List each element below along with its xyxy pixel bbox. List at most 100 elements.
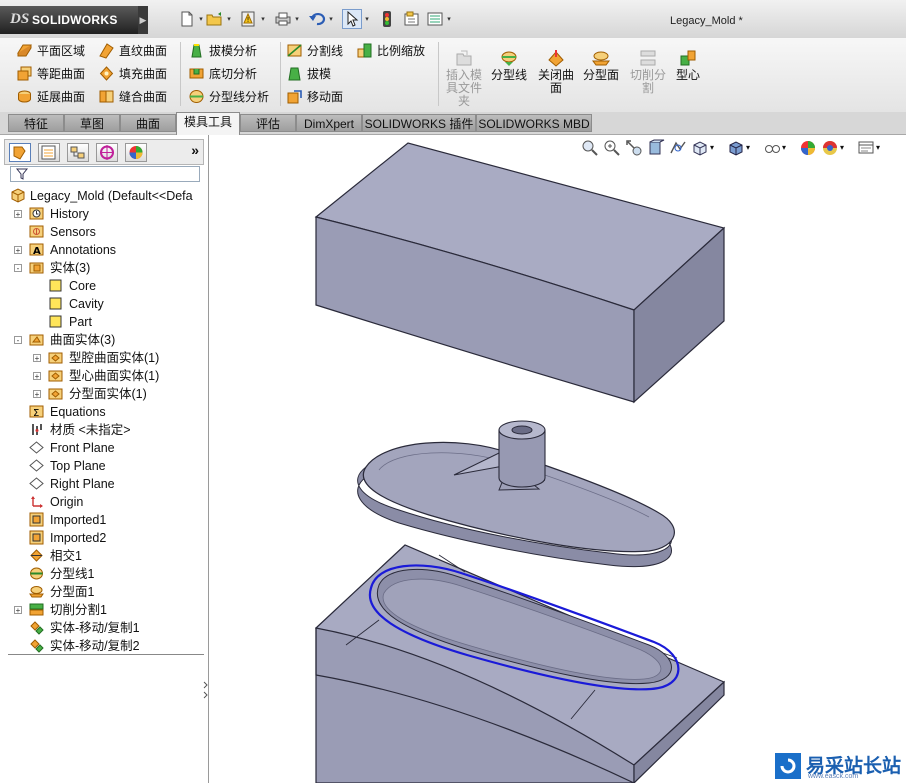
property-manager-tab[interactable] xyxy=(38,143,60,162)
parting-lines-label: 分型线 xyxy=(490,68,527,82)
insert-mold-folder-label: 插入模 具文件夹 xyxy=(445,68,482,108)
undercut-analysis-button[interactable]: 底切分析 xyxy=(188,62,257,84)
intersect-icon xyxy=(30,549,43,562)
insert-mold-folder-button[interactable]: 插入模 具文件夹 xyxy=(443,48,485,108)
graphics-area[interactable]: ▾ ▾ ▾ ▾ ▾ xyxy=(209,135,906,783)
panel-splitter-handle[interactable] xyxy=(203,670,208,710)
expand-icon[interactable]: + xyxy=(33,390,41,399)
split-line-button[interactable]: 分割线 xyxy=(286,39,343,61)
equations-icon: Σ xyxy=(29,405,44,419)
solidworks-logo[interactable]: DS SOLIDWORKS ▶ xyxy=(0,6,148,34)
core-block[interactable] xyxy=(314,544,726,783)
tab-solidworks-mbd[interactable]: SOLIDWORKS MBD xyxy=(476,114,592,132)
expand-icon[interactable]: + xyxy=(14,246,22,255)
tab-solidworks-addins[interactable]: SOLIDWORKS 插件 xyxy=(362,114,476,132)
parting-surface-button[interactable]: 分型面 xyxy=(580,48,622,82)
tab-evaluate[interactable]: 评估 xyxy=(240,114,296,132)
new-icon[interactable] xyxy=(178,10,196,28)
tab-surfaces[interactable]: 曲面 xyxy=(120,114,176,132)
knit-surface-button[interactable]: 缝合曲面 xyxy=(98,85,167,107)
extend-surface-button[interactable]: 延展曲面 xyxy=(16,85,85,107)
collapse-icon[interactable]: - xyxy=(14,264,22,273)
undo-dropdown-icon[interactable]: ▾ xyxy=(327,15,335,23)
fill-surface-button[interactable]: 填充曲面 xyxy=(98,62,167,84)
tree-filter[interactable] xyxy=(10,166,200,182)
document-title: Legacy_Mold * xyxy=(670,15,743,27)
print-dropdown-icon[interactable]: ▾ xyxy=(293,15,301,23)
feature-tree-icon xyxy=(13,146,26,160)
expand-icon[interactable]: + xyxy=(14,210,22,219)
tree-item-label: Sensors xyxy=(50,225,96,239)
shut-off-surfaces-label: 关闭曲面 xyxy=(537,68,574,95)
title-bar: DS SOLIDWORKS ▶ ▾ ▾ ! ▾ ▾ ▾ ▾ ▾ Legacy_M… xyxy=(0,0,906,39)
tree-item-label: 分型面1 xyxy=(50,585,95,599)
offset-surface-button[interactable]: 等距曲面 xyxy=(16,62,85,84)
surface-bodies-folder-icon xyxy=(29,334,44,346)
part-icon xyxy=(11,188,25,203)
core-button[interactable]: 型心 xyxy=(667,48,709,82)
options-icon[interactable] xyxy=(426,10,444,28)
scale-label: 比例缩放 xyxy=(377,43,426,58)
print-icon[interactable] xyxy=(274,10,292,28)
open-dropdown-icon[interactable]: ▾ xyxy=(225,15,233,23)
cavity-block[interactable] xyxy=(314,142,726,404)
expand-icon[interactable]: + xyxy=(33,354,41,363)
shut-off-surfaces-button[interactable]: 关闭曲面 xyxy=(535,48,577,95)
imported-feature-icon xyxy=(29,530,44,545)
svg-text:Σ: Σ xyxy=(33,408,39,419)
new-dropdown-icon[interactable]: ▾ xyxy=(197,15,205,23)
tree-item-label: 实体-移动/复制1 xyxy=(50,621,140,635)
planar-surface-icon xyxy=(17,44,32,56)
core-icon xyxy=(680,50,696,66)
display-manager-tab[interactable] xyxy=(125,143,147,162)
traffic-light-icon[interactable] xyxy=(378,10,396,28)
tab-dimxpert[interactable]: DimXpert xyxy=(296,114,362,132)
filter-icon xyxy=(15,168,29,180)
display-manager-icon xyxy=(129,146,143,159)
knit-surface-icon xyxy=(99,90,114,102)
tab-sketch[interactable]: 草图 xyxy=(64,114,120,132)
draft-analysis-icon xyxy=(191,43,202,57)
ruled-surface-button[interactable]: 直纹曲面 xyxy=(98,39,167,61)
draft-button[interactable]: 拔模 xyxy=(286,62,331,84)
select-dropdown-icon[interactable]: ▾ xyxy=(363,15,371,23)
ribbon-separator xyxy=(280,42,281,106)
undo-icon[interactable] xyxy=(308,10,326,28)
tree-root-label: Legacy_Mold (Default<<Defa xyxy=(30,189,193,203)
parting-surface-tool-icon xyxy=(592,51,610,66)
configuration-manager-tab[interactable] xyxy=(67,143,89,162)
tab-mold-tools[interactable]: 模具工具 xyxy=(176,112,240,135)
move-face-button[interactable]: 移动面 xyxy=(286,85,343,107)
planar-surface-button[interactable]: 平面区域 xyxy=(16,39,85,61)
file-properties-icon[interactable] xyxy=(403,10,421,28)
tooling-split-button[interactable]: 切削分割 xyxy=(627,48,669,95)
draft-analysis-button[interactable]: 拔模分析 xyxy=(188,39,257,61)
tab-features[interactable]: 特征 xyxy=(8,114,64,132)
dimxpert-manager-tab[interactable] xyxy=(96,143,118,162)
scale-button[interactable]: 比例缩放 xyxy=(356,39,425,61)
panel-collapse-icon[interactable]: » xyxy=(191,142,199,158)
model-view xyxy=(314,142,726,783)
tree-item-label: Cavity xyxy=(69,297,104,311)
shut-off-surface-icon xyxy=(548,50,564,67)
open-icon[interactable] xyxy=(206,10,224,28)
undercut-analysis-icon xyxy=(189,68,204,78)
expand-icon[interactable]: + xyxy=(33,372,41,381)
rebuild-icon[interactable]: ! xyxy=(240,10,258,28)
menu-flyout-arrow-icon[interactable]: ▶ xyxy=(138,6,148,34)
select-icon[interactable] xyxy=(342,9,362,29)
draft-label: 拔模 xyxy=(307,66,332,81)
parting-line-analysis-button[interactable]: 分型线分析 xyxy=(188,85,269,107)
split-line-icon xyxy=(287,43,302,57)
ribbon-separator xyxy=(180,42,181,106)
collapse-icon[interactable]: - xyxy=(14,336,22,345)
rebuild-dropdown-icon[interactable]: ▾ xyxy=(259,15,267,23)
imported-feature-icon xyxy=(29,512,44,527)
core-label: 型心 xyxy=(675,68,700,82)
ribbon-separator xyxy=(438,42,439,106)
options-dropdown-icon[interactable]: ▾ xyxy=(445,15,453,23)
parting-lines-button[interactable]: 分型线 xyxy=(488,48,530,82)
expand-icon[interactable]: + xyxy=(14,606,22,615)
feature-manager-tab[interactable] xyxy=(9,143,31,162)
tooling-split-icon xyxy=(640,50,656,66)
